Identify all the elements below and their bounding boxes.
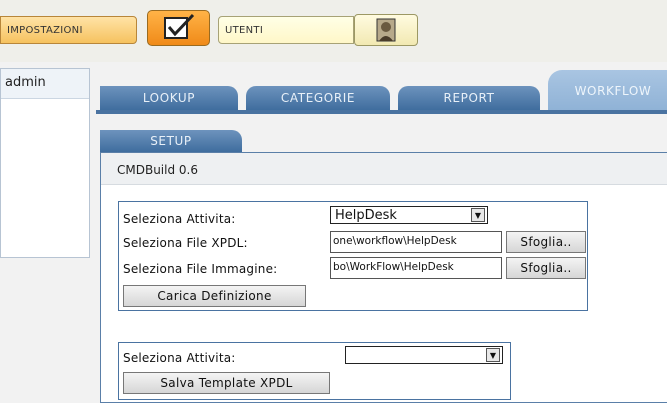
- utenti-label: UTENTI: [225, 24, 264, 36]
- chevron-down-icon[interactable]: ▼: [471, 208, 485, 222]
- browse-image-button[interactable]: Sfoglia..: [506, 257, 586, 279]
- user-icon[interactable]: [354, 14, 418, 46]
- impostazioni-button[interactable]: IMPOSTAZIONI: [0, 16, 137, 44]
- template-activity-select[interactable]: ▼: [345, 346, 503, 364]
- version-label: CMDBuild 0.6: [101, 153, 667, 185]
- workflow-setup-panel: CMDBuild 0.6 Seleziona Attivita: HelpDes…: [100, 152, 667, 403]
- activity-select-value: HelpDesk: [335, 207, 397, 223]
- activity-label: Seleziona Attivita:: [123, 212, 236, 226]
- tab-workflow[interactable]: WORKFLOW: [548, 70, 667, 111]
- image-file-field[interactable]: bo\WorkFlow\HelpDesk: [330, 257, 502, 279]
- tab-divider: [96, 110, 667, 114]
- template-activity-label: Seleziona Attivita:: [123, 351, 236, 365]
- browse-xpdl-button[interactable]: Sfoglia..: [506, 231, 586, 253]
- load-definition-button[interactable]: Carica Definizione: [123, 285, 306, 307]
- checkbox-icon[interactable]: [147, 10, 210, 46]
- tab-report[interactable]: REPORT: [398, 86, 540, 110]
- xpdl-label: Seleziona File XPDL:: [123, 236, 248, 250]
- tab-lookup[interactable]: LOOKUP: [100, 86, 238, 110]
- save-template-button[interactable]: Salva Template XPDL: [123, 372, 330, 394]
- left-panel: admin: [0, 68, 90, 258]
- tab-categorie[interactable]: CATEGORIE: [246, 86, 390, 110]
- chevron-down-icon[interactable]: ▼: [486, 348, 500, 362]
- xpdl-file-field[interactable]: one\workflow\HelpDesk: [330, 231, 502, 253]
- user-entry[interactable]: admin: [1, 69, 89, 99]
- activity-select[interactable]: HelpDesk ▼: [330, 206, 488, 224]
- tab-setup[interactable]: SETUP: [100, 130, 242, 152]
- utenti-button[interactable]: UTENTI: [218, 16, 354, 44]
- top-bar: IMPOSTAZIONI UTENTI: [0, 0, 667, 62]
- xpdl-template-form: Seleziona Attivita: ▼ Salva Template XPD…: [118, 342, 511, 400]
- image-label: Seleziona File Immagine:: [123, 262, 278, 276]
- workflow-definition-form: Seleziona Attivita: HelpDesk ▼ Seleziona…: [118, 201, 588, 311]
- impostazioni-label: IMPOSTAZIONI: [7, 24, 83, 36]
